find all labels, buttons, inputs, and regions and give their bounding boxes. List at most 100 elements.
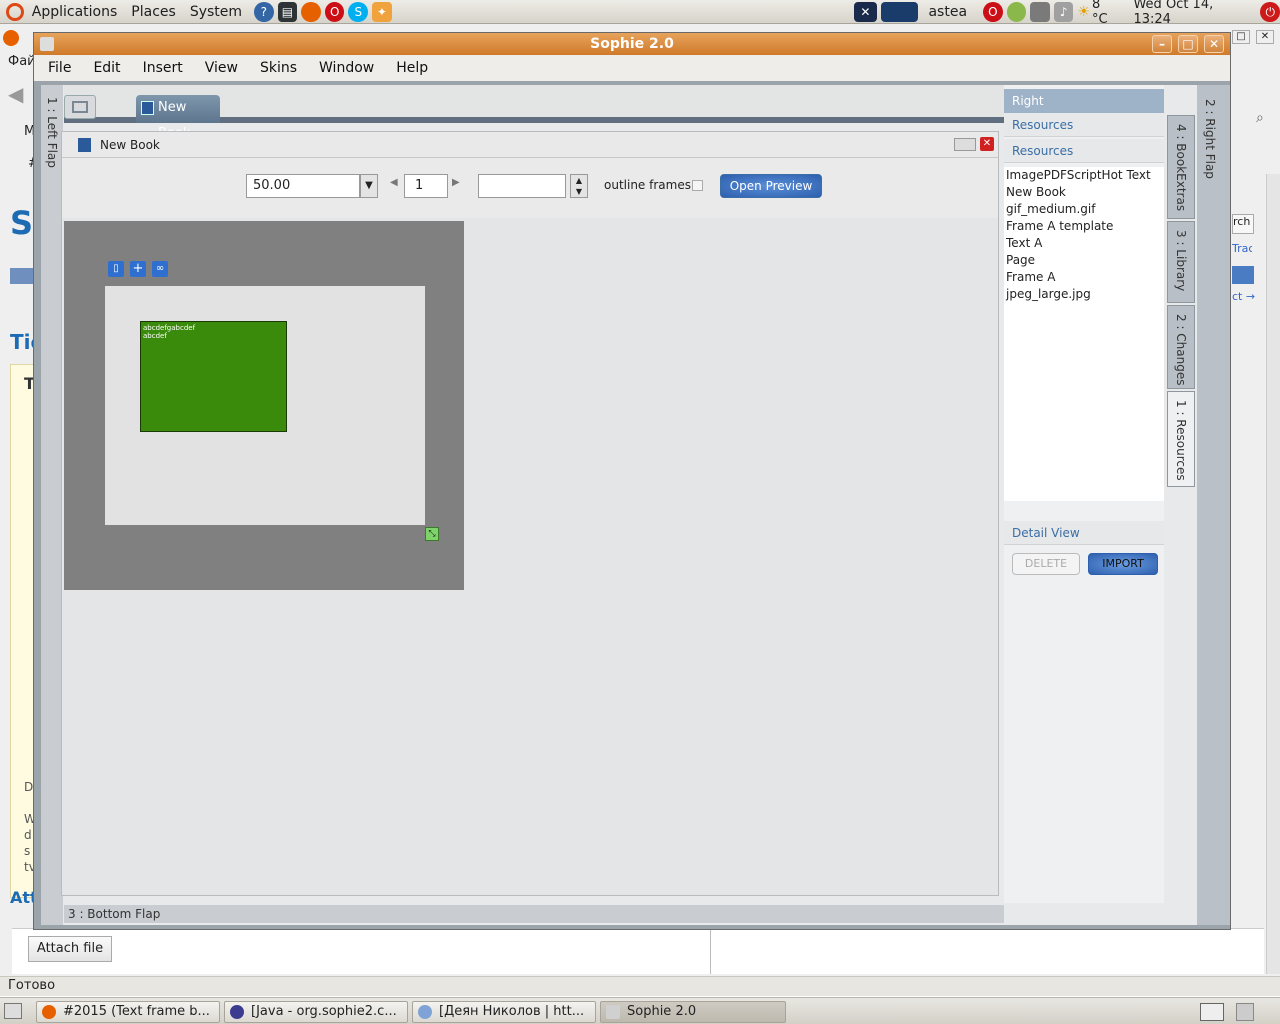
- bottom-flap[interactable]: 3 : Bottom Flap: [64, 905, 1004, 923]
- resources-outer-header[interactable]: Resources: [1004, 113, 1164, 137]
- list-item[interactable]: ImagePDFScriptHot Text: [1004, 167, 1164, 184]
- system-menu[interactable]: System: [190, 4, 242, 20]
- trac-link-partial[interactable]: Trac: [1232, 242, 1252, 255]
- list-item[interactable]: gif_medium.gif: [1004, 201, 1164, 218]
- next-link-partial[interactable]: ct →: [1232, 290, 1256, 303]
- document-titlebar[interactable]: New Book ✕: [62, 132, 998, 158]
- weather-temp[interactable]: 8 °C: [1092, 0, 1119, 27]
- tray-window-icon[interactable]: [1200, 1003, 1224, 1021]
- bottom-flap-label[interactable]: 3 : Bottom Flap: [64, 907, 160, 921]
- right-panel-title[interactable]: Right: [1004, 89, 1164, 113]
- menu-file[interactable]: File: [48, 60, 71, 76]
- firefox-icon[interactable]: [301, 1, 321, 22]
- doc-close-icon[interactable]: ✕: [980, 137, 994, 151]
- help-icon[interactable]: ?: [254, 1, 274, 22]
- delete-button[interactable]: DELETE: [1012, 553, 1080, 575]
- list-item[interactable]: Frame A template: [1004, 218, 1164, 235]
- minimize-button[interactable]: –: [1152, 35, 1172, 53]
- show-desktop-icon[interactable]: [4, 1003, 22, 1019]
- window-title: Sophie 2.0: [590, 36, 674, 52]
- outline-frames-checkbox[interactable]: [692, 180, 703, 191]
- weather-icon[interactable]: ☀: [1077, 4, 1090, 20]
- frame-text[interactable]: abcdefgabcdef abcdef: [141, 322, 201, 342]
- prev-page-icon[interactable]: ◀: [390, 177, 398, 188]
- network-monitor-icon[interactable]: ✕: [853, 1, 878, 22]
- zoom-dropdown-button[interactable]: ▼: [360, 174, 378, 198]
- search-partial[interactable]: rch: [1232, 214, 1254, 234]
- new-frame-icon[interactable]: ▯: [108, 261, 124, 277]
- resize-handle-icon[interactable]: ⤡: [425, 527, 439, 541]
- list-item[interactable]: Page: [1004, 252, 1164, 269]
- back-arrow-icon[interactable]: ◀: [8, 82, 23, 106]
- zoom-input[interactable]: 50.00: [246, 174, 360, 198]
- opera-icon[interactable]: O: [324, 1, 345, 22]
- ubuntu-logo-icon[interactable]: [6, 2, 24, 21]
- clock[interactable]: Wed Oct 14, 13:24: [1133, 0, 1252, 27]
- places-menu[interactable]: Places: [131, 4, 176, 20]
- applications-menu[interactable]: Applications: [32, 4, 118, 20]
- link-icon[interactable]: ∞: [152, 261, 168, 277]
- document-toolbar: 50.00 ▼ ◀ 1 ▶ ▲ ▼ outline frames Open Pre…: [62, 158, 998, 218]
- browser-scrollbar[interactable]: [1266, 174, 1280, 974]
- spinner-arrows[interactable]: ▲ ▼: [570, 174, 588, 198]
- tab-library[interactable]: 3 : Library: [1167, 221, 1195, 303]
- page-number-input[interactable]: 1: [404, 174, 448, 198]
- window-titlebar[interactable]: Sophie 2.0 – □ ✕: [34, 33, 1230, 55]
- text-frame[interactable]: abcdefgabcdef abcdef: [140, 321, 287, 432]
- taskbar-item-java[interactable]: [Java - org.sophie2.c...: [224, 1001, 408, 1023]
- left-flap[interactable]: 1 : Left Flap: [41, 85, 63, 925]
- desktop-tab[interactable]: [64, 95, 96, 119]
- menu-edit[interactable]: Edit: [93, 60, 120, 76]
- menu-help[interactable]: Help: [396, 60, 428, 76]
- maximize-button[interactable]: □: [1178, 35, 1198, 53]
- tab-resources[interactable]: 1 : Resources: [1167, 391, 1195, 487]
- list-item[interactable]: Text A: [1004, 235, 1164, 252]
- detail-view-header[interactable]: Detail View: [1004, 521, 1164, 545]
- butterfly-icon[interactable]: ✦: [372, 1, 392, 22]
- right-flap-strip[interactable]: 2 : Right Flap: [1197, 85, 1230, 925]
- menu-view[interactable]: View: [205, 60, 238, 76]
- resources-inner-header[interactable]: Resources: [1004, 139, 1164, 163]
- add-icon[interactable]: +: [130, 261, 146, 277]
- next-page-icon[interactable]: ▶: [452, 177, 460, 188]
- volume-icon[interactable]: ♪: [1053, 1, 1074, 22]
- skype-icon[interactable]: S: [348, 1, 369, 22]
- user-name[interactable]: astea: [928, 4, 967, 20]
- book-icon: [78, 138, 91, 152]
- list-item[interactable]: jpeg_large.jpg: [1004, 286, 1164, 303]
- import-button[interactable]: IMPORT: [1088, 553, 1158, 575]
- page-canvas[interactable]: ▯ + ∞ abcdefgabcdef abcdef ⤡: [64, 221, 464, 590]
- right-flap-label[interactable]: 2 : Right Flap: [1203, 99, 1217, 179]
- list-item[interactable]: Frame A: [1004, 269, 1164, 286]
- attach-file-button[interactable]: Attach file: [28, 936, 112, 962]
- search-magnifier-icon[interactable]: ⌕: [1256, 110, 1264, 126]
- browser-menu-file[interactable]: Фай: [8, 54, 36, 69]
- menu-skins[interactable]: Skins: [260, 60, 297, 76]
- taskbar-item-sophie[interactable]: Sophie 2.0: [600, 1001, 786, 1023]
- browser-close-x[interactable]: ✕: [1256, 30, 1274, 44]
- spinner-input[interactable]: [478, 174, 566, 198]
- left-flap-label[interactable]: 1 : Left Flap: [45, 97, 59, 168]
- book-page[interactable]: abcdefgabcdef abcdef: [105, 286, 425, 525]
- opera-tray-icon[interactable]: O: [983, 1, 1003, 22]
- tab-changes[interactable]: 2 : Changes: [1167, 305, 1195, 389]
- taskbar-item-firefox[interactable]: #2015 (Text frame b...: [36, 1001, 220, 1023]
- power-icon[interactable]: ⏻: [1260, 1, 1280, 22]
- close-button[interactable]: ✕: [1204, 35, 1224, 53]
- tab-new-book[interactable]: New Book: [136, 95, 220, 141]
- taskbar-item-chat[interactable]: [Деян Николов | htt...: [412, 1001, 596, 1023]
- tab-book-extras[interactable]: 4 : BookExtras: [1167, 115, 1195, 219]
- terminal-icon[interactable]: ▤: [277, 1, 298, 22]
- menu-window[interactable]: Window: [319, 60, 374, 76]
- menu-insert[interactable]: Insert: [143, 60, 183, 76]
- network-icon[interactable]: [1030, 1, 1050, 22]
- top-panel: Applications Places System ? ▤ O S ✦ ✕ a…: [0, 0, 1280, 27]
- eclipse-icon: [230, 1005, 244, 1019]
- restore-icon[interactable]: [954, 138, 976, 151]
- update-icon[interactable]: [1006, 1, 1027, 22]
- system-monitor-icon[interactable]: [881, 1, 919, 22]
- trash-icon[interactable]: [1236, 1003, 1254, 1021]
- list-item[interactable]: New Book: [1004, 184, 1164, 201]
- open-preview-button[interactable]: Open Preview: [720, 174, 822, 198]
- browser-close-button[interactable]: □: [1232, 30, 1250, 44]
